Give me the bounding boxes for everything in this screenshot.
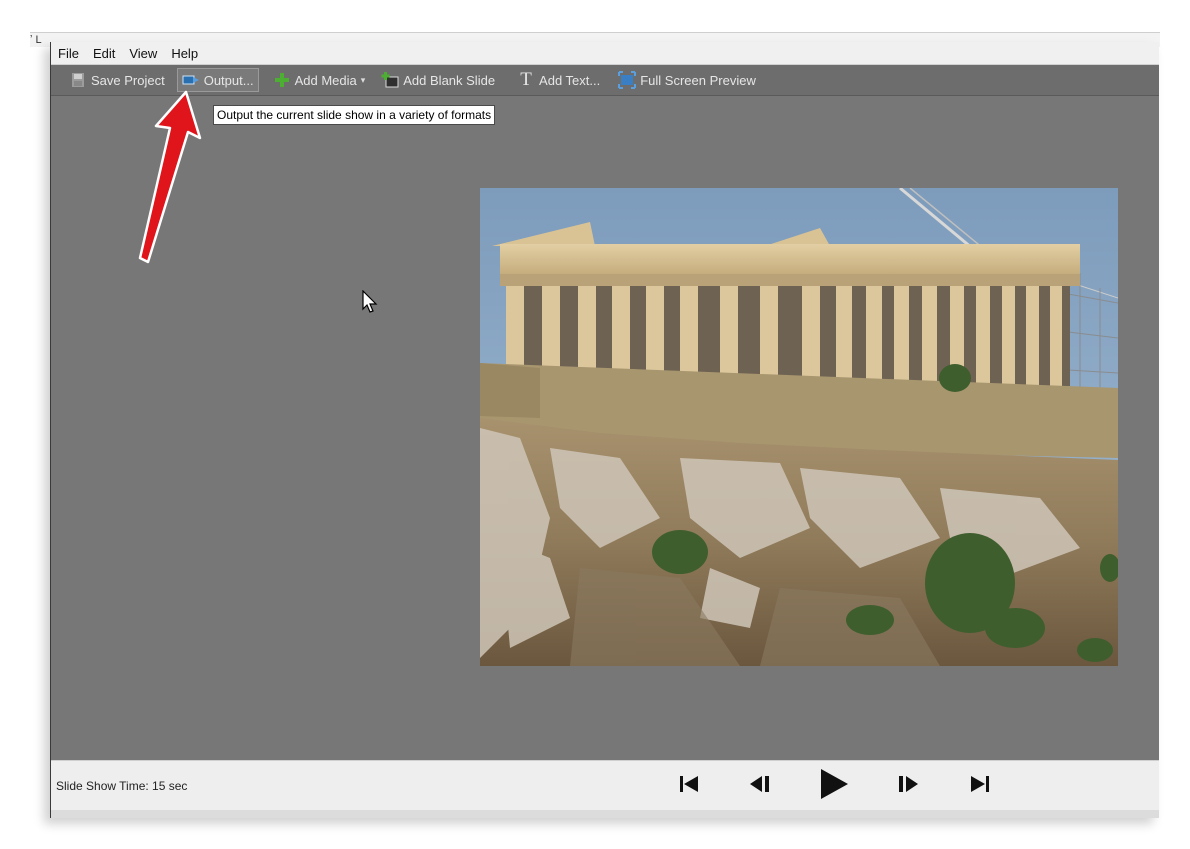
add-blank-slide-button[interactable]: Add Blank Slide <box>377 68 499 92</box>
mouse-cursor-icon <box>362 289 378 319</box>
first-slide-button[interactable] <box>676 773 702 799</box>
menu-view[interactable]: View <box>122 42 164 64</box>
first-slide-icon <box>678 775 700 798</box>
add-media-label: Add Media <box>294 72 357 88</box>
add-text-label: Add Text... <box>539 72 601 88</box>
add-media-icon <box>273 71 291 89</box>
menubar: File Edit View Help <box>51 42 1159 65</box>
chevron-down-icon[interactable]: ▾ <box>361 75 366 86</box>
save-icon <box>69 71 87 89</box>
background-fragment: ʼ L <box>30 34 42 46</box>
full-screen-icon <box>618 71 637 89</box>
add-text-button[interactable]: T Add Text... <box>513 68 604 92</box>
slide-show-time: Slide Show Time: 15 sec <box>56 779 188 793</box>
next-slide-icon <box>897 775 919 798</box>
last-slide-button[interactable] <box>967 773 993 799</box>
output-tooltip: Output the current slide show in a varie… <box>213 105 496 125</box>
previous-slide-button[interactable] <box>747 773 773 799</box>
play-button[interactable] <box>816 768 852 805</box>
full-screen-preview-label: Full Screen Preview <box>640 72 756 88</box>
bottom-strip <box>51 810 1159 818</box>
menu-file[interactable]: File <box>51 42 86 64</box>
menu-edit[interactable]: Edit <box>86 42 122 64</box>
playback-bar: Slide Show Time: 15 sec <box>51 760 1159 810</box>
next-slide-button[interactable] <box>895 773 921 799</box>
annotation-arrow <box>130 80 220 275</box>
slide-photo <box>480 188 1118 666</box>
play-icon <box>819 768 849 805</box>
add-blank-slide-label: Add Blank Slide <box>403 72 496 88</box>
add-media-button[interactable]: Add Media ▾ <box>269 68 370 92</box>
last-slide-icon <box>969 775 991 798</box>
full-screen-preview-button[interactable]: Full Screen Preview <box>614 68 760 92</box>
menu-help[interactable]: Help <box>164 42 205 64</box>
add-blank-slide-icon <box>381 71 399 89</box>
text-icon: T <box>520 69 532 90</box>
previous-slide-icon <box>749 775 771 798</box>
